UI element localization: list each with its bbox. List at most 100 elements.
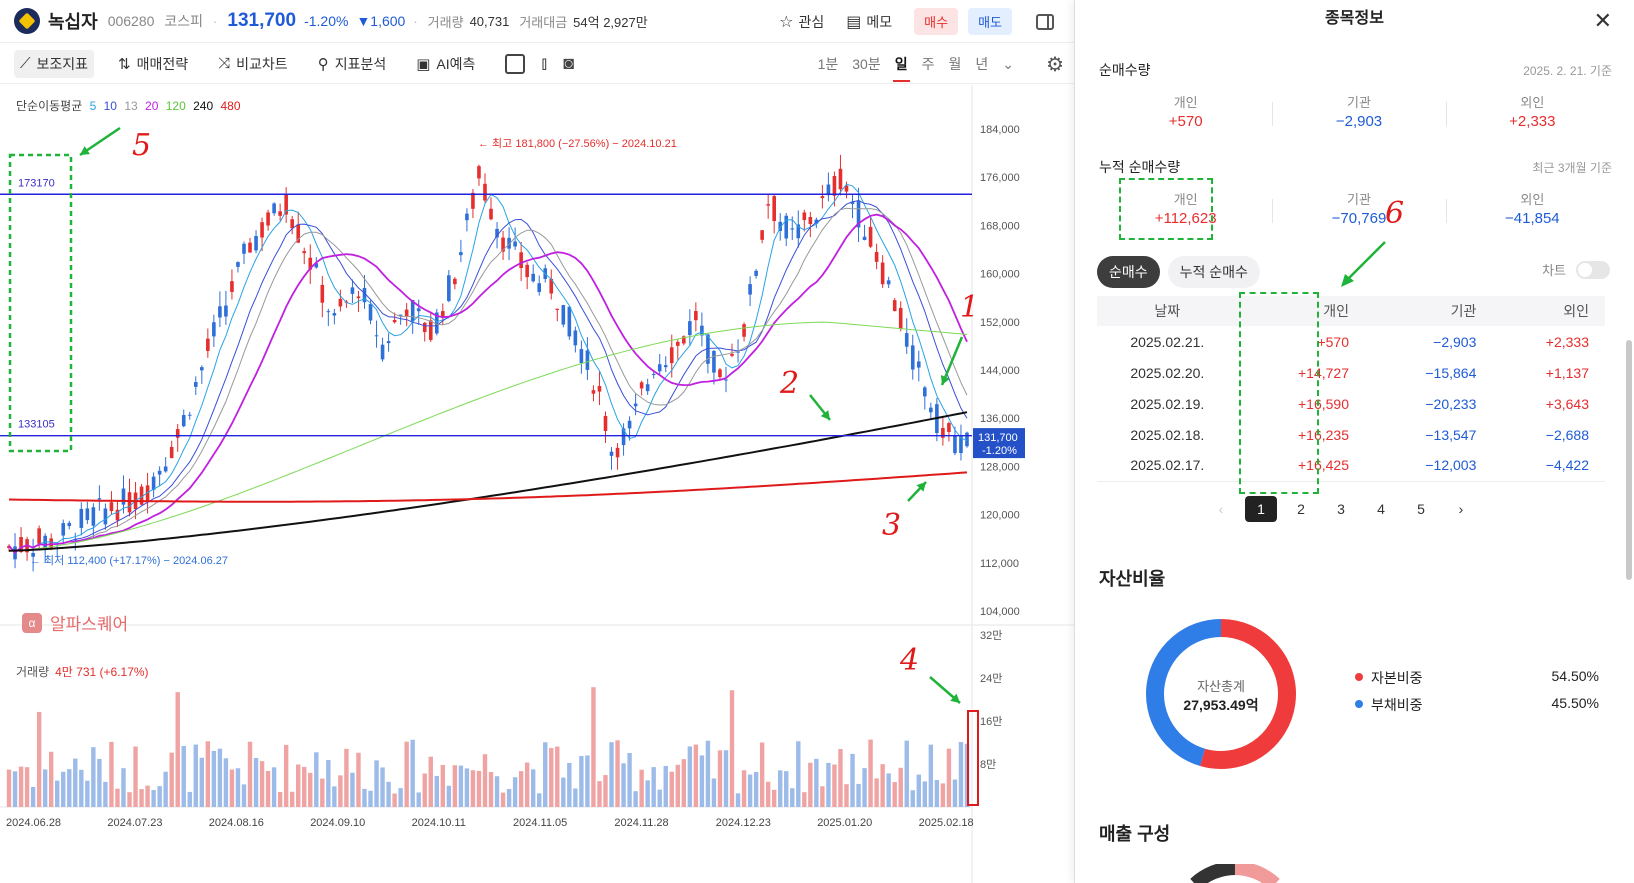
cell-institution: −13,547 — [1425, 426, 1477, 443]
amount-value: 54억 2,927만 — [573, 14, 648, 30]
volume-bar — [771, 789, 777, 807]
candle-body — [669, 347, 674, 364]
strategy-button[interactable]: ⇅ 매매전략 — [112, 50, 194, 78]
volume-bar — [42, 769, 48, 807]
watch-label: 관심 — [798, 13, 825, 30]
candle-body — [832, 176, 837, 196]
volume-bar — [259, 761, 265, 807]
chart-toggle[interactable]: 차트 — [1542, 260, 1610, 279]
amount-label: 거래대금 — [519, 14, 568, 30]
side-panel-toggle-icon[interactable] — [1036, 13, 1054, 30]
analysis-button[interactable]: ⚲ 지표분석 — [312, 50, 393, 78]
equity-value: 54.50% — [1551, 668, 1599, 684]
alphasquare-brand: α 알파스퀘어 — [22, 610, 128, 635]
candle-body — [947, 423, 951, 432]
cum-foreign-value: −41,854 — [1505, 210, 1560, 227]
memo-icon: ▤ — [846, 13, 862, 31]
candle-body — [332, 313, 337, 316]
layout-square-icon[interactable] — [505, 53, 526, 74]
candle-body — [459, 252, 463, 256]
candle-body — [742, 324, 746, 337]
candle-body — [820, 196, 825, 199]
period-tab-week[interactable]: 주 — [922, 44, 935, 84]
cum-foreign-label: 외인 — [1520, 192, 1545, 207]
volume-bar — [151, 790, 156, 807]
page-4[interactable]: 4 — [1365, 496, 1397, 522]
ai-forecast-button[interactable]: ▣ AI예측 — [410, 50, 481, 78]
volume-bar — [928, 744, 934, 807]
period-dropdown-chevron-icon[interactable]: ⌄ — [1002, 44, 1014, 84]
price-chart[interactable]: 184,000 176,000 168,000 160,000 152,000 144,0… — [0, 85, 1074, 883]
page-2[interactable]: 2 — [1285, 496, 1317, 522]
candle-body — [79, 508, 84, 528]
panel-scrollbar[interactable] — [1626, 340, 1632, 580]
candle-body — [838, 168, 843, 190]
volume-bar — [898, 767, 903, 807]
x-tick-label: 2024.10.11 — [412, 817, 466, 829]
period-tab-month[interactable]: 월 — [948, 44, 961, 84]
col-foreign: 외인 — [1492, 296, 1605, 326]
chart-canvas[interactable]: 184,000 176,000 168,000 160,000 152,000 144,0… — [0, 85, 1074, 883]
candle-type-icon[interactable]: ⫾ — [541, 53, 547, 74]
period-tab-30min[interactable]: 30분 — [852, 44, 880, 84]
volume-bar — [85, 780, 90, 807]
page-1[interactable]: 1 — [1245, 496, 1277, 522]
candle-body — [694, 311, 698, 321]
volume-bar — [145, 785, 150, 807]
prev-page-chevron-icon[interactable]: ‹ — [1205, 496, 1237, 522]
page-5[interactable]: 5 — [1405, 496, 1437, 522]
candle-body — [892, 300, 897, 312]
period-tab-year[interactable]: 년 — [975, 44, 988, 84]
volume-bar — [326, 760, 331, 807]
volume-bar — [579, 756, 584, 807]
volume-bar — [362, 788, 367, 807]
candle-body — [886, 280, 891, 285]
compare-button[interactable]: ⤨ 비교차트 — [212, 50, 294, 78]
cell-foreign: +2,333 — [1545, 333, 1589, 350]
volume-bar — [723, 750, 729, 807]
volume-bar — [585, 755, 590, 807]
volume-tick-label: 16만 — [980, 715, 1002, 728]
x-tick-label: 2024.06.28 — [6, 817, 61, 829]
volume-bar — [79, 769, 84, 807]
candle-body — [519, 252, 523, 268]
tab-cum-net-buy[interactable]: 누적 순매수 — [1167, 256, 1260, 288]
volume-tick-label: 8만 — [980, 758, 996, 771]
volume-bar — [639, 769, 644, 807]
watch-button[interactable]: ☆ 관심 — [779, 12, 824, 32]
cell-date: 2025.02.20. — [1130, 364, 1205, 381]
volume-bar — [157, 786, 162, 807]
period-tab-1min[interactable]: 1분 — [818, 44, 839, 84]
indicator-icon: ⟋ — [20, 55, 31, 72]
close-icon[interactable]: ✕ — [1594, 8, 1612, 34]
candle-body — [224, 305, 228, 317]
memo-button[interactable]: ▤ 메모 — [846, 12, 892, 32]
buy-button[interactable]: 매수 — [914, 8, 959, 35]
volume-bar — [386, 781, 391, 807]
volume-bar — [753, 772, 759, 807]
settings-gear-icon[interactable]: ⚙ — [1046, 52, 1064, 77]
volume-bar — [518, 771, 524, 807]
tab-net-buy[interactable]: 순매수 — [1097, 256, 1160, 288]
page-3[interactable]: 3 — [1325, 496, 1357, 522]
camera-icon[interactable]: ◙ — [563, 53, 574, 74]
volume-bar — [488, 772, 494, 807]
candle-body — [350, 287, 355, 294]
volume-bar — [470, 770, 476, 807]
ma-title: 단순이동평균 — [16, 99, 83, 113]
volume-bar — [289, 791, 295, 807]
candle-body — [621, 428, 626, 446]
candle-body — [868, 226, 873, 247]
volume-bar — [506, 788, 512, 807]
chart-toggle-switch[interactable] — [1576, 260, 1610, 279]
period-tab-day[interactable]: 일 — [892, 44, 910, 84]
sell-button[interactable]: 매도 — [968, 8, 1012, 35]
volume-bar — [271, 767, 277, 807]
memo-label: 메모 — [866, 13, 893, 30]
volume-bar — [874, 778, 879, 807]
candle-body — [712, 350, 716, 373]
indicators-button[interactable]: ⟋ 보조지표 — [14, 49, 95, 78]
volume-label: 거래량 — [427, 14, 464, 30]
candle-body — [338, 298, 343, 307]
next-page-chevron-icon[interactable]: › — [1445, 496, 1477, 522]
